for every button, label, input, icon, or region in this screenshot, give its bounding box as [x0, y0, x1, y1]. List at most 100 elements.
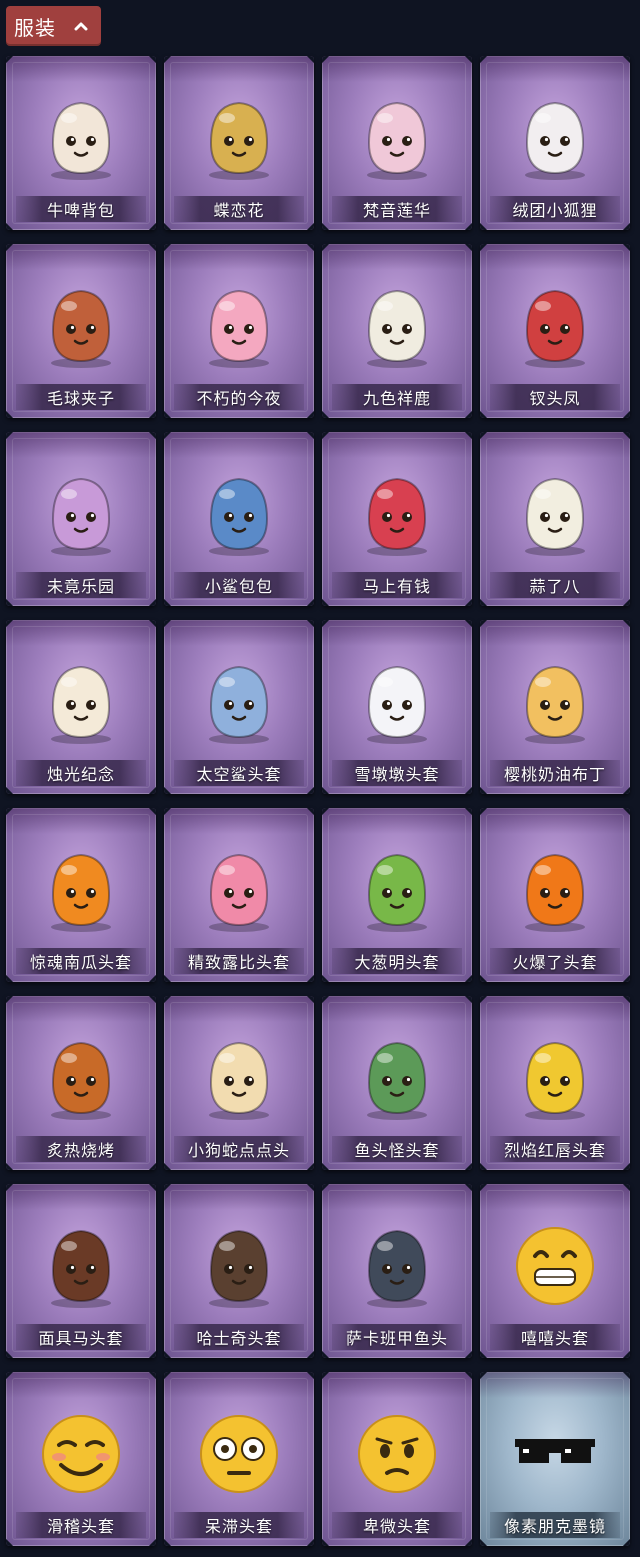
card-corner-notch: [6, 1538, 14, 1546]
costume-name: 不朽的今夜: [196, 389, 282, 408]
snowman-helmet-icon: [347, 642, 447, 752]
costume-card[interactable]: 太空鲨头套: [164, 620, 314, 794]
costume-card[interactable]: 不朽的今夜: [164, 244, 314, 418]
costume-name: 马上有钱: [362, 577, 431, 596]
costume-name-bar: 梵音莲华: [332, 196, 462, 222]
costume-name: 呆滞头套: [204, 1517, 273, 1536]
costume-name: 像素朋克墨镜: [503, 1517, 606, 1536]
costume-name-bar: 九色祥鹿: [332, 384, 462, 410]
costume-card[interactable]: 滑稽头套: [6, 1372, 156, 1546]
card-corner-notch: [6, 222, 14, 230]
card-corner-notch: [622, 1350, 630, 1358]
costume-name-bar: 炙热烧烤: [16, 1136, 146, 1162]
funny-emoji-icon: [31, 1394, 131, 1504]
card-corner-notch: [480, 1350, 488, 1358]
card-corner-notch: [322, 808, 330, 816]
card-corner-notch: [622, 1162, 630, 1170]
costume-card[interactable]: 哈士奇头套: [164, 1184, 314, 1358]
costume-card[interactable]: 呆滞头套: [164, 1372, 314, 1546]
costume-card[interactable]: 面具马头套: [6, 1184, 156, 1358]
butterfly-bell-icon: [189, 78, 289, 188]
costume-card[interactable]: 牛啤背包: [6, 56, 156, 230]
section-title: 服装: [14, 15, 56, 40]
card-corner-notch: [306, 1184, 314, 1192]
card-corner-notch: [306, 620, 314, 628]
card-corner-notch: [622, 1372, 630, 1380]
costume-card[interactable]: 火爆了头套: [480, 808, 630, 982]
costume-name-bar: 哈士奇头套: [174, 1324, 304, 1350]
card-corner-notch: [480, 56, 488, 64]
card-corner-notch: [464, 222, 472, 230]
costume-card[interactable]: 小鲨包包: [164, 432, 314, 606]
card-corner-notch: [480, 620, 488, 628]
card-corner-notch: [148, 1372, 156, 1380]
costume-card[interactable]: 小狗蛇点点头: [164, 996, 314, 1170]
raccoon-drummer-icon: [31, 266, 131, 376]
card-corner-notch: [480, 1372, 488, 1380]
costume-card[interactable]: 大葱明头套: [322, 808, 472, 982]
card-corner-notch: [148, 1538, 156, 1546]
yellow-mask-sunglasses-icon: [505, 1018, 605, 1128]
costume-name: 哈士奇头套: [196, 1329, 282, 1348]
card-corner-notch: [306, 222, 314, 230]
card-corner-notch: [6, 620, 14, 628]
costume-card[interactable]: 精致露比头套: [164, 808, 314, 982]
costume-card[interactable]: 未竟乐园: [6, 432, 156, 606]
card-corner-notch: [464, 56, 472, 64]
card-corner-notch: [322, 1350, 330, 1358]
green-onion-icon: [347, 830, 447, 940]
card-corner-notch: [622, 1538, 630, 1546]
husky-sunglasses-icon: [189, 1206, 289, 1316]
costume-name: 钗头凤: [529, 389, 581, 408]
card-corner-notch: [164, 1538, 172, 1546]
pumpkin-icon: [31, 830, 131, 940]
costume-card[interactable]: 鱼头怪头套: [322, 996, 472, 1170]
costume-card[interactable]: 嘻嘻头套: [480, 1184, 630, 1358]
costume-card[interactable]: 烈焰红唇头套: [480, 996, 630, 1170]
pixel-sunglasses-icon: [505, 1394, 605, 1504]
costume-card[interactable]: 雪墩墩头套: [322, 620, 472, 794]
fire-face-icon: [505, 830, 605, 940]
card-corner-notch: [464, 620, 472, 628]
costume-card[interactable]: 像素朋克墨镜: [480, 1372, 630, 1546]
costume-name-bar: 火爆了头套: [490, 948, 620, 974]
chevron-up-icon[interactable]: [74, 19, 88, 33]
costume-card[interactable]: 梵音莲华: [322, 56, 472, 230]
costume-name: 烛光纪念: [46, 765, 115, 784]
card-corner-notch: [6, 598, 14, 606]
deer-icon: [347, 266, 447, 376]
card-corner-notch: [306, 56, 314, 64]
costume-card[interactable]: 马上有钱: [322, 432, 472, 606]
card-corner-notch: [480, 410, 488, 418]
card-corner-notch: [322, 1538, 330, 1546]
costume-card[interactable]: 毛球夹子: [6, 244, 156, 418]
card-corner-notch: [306, 1162, 314, 1170]
costume-name-bar: 萨卡班甲鱼头: [332, 1324, 462, 1350]
card-corner-notch: [464, 786, 472, 794]
costume-card[interactable]: 炙热烧烤: [6, 996, 156, 1170]
costume-name-bar: 嘻嘻头套: [490, 1324, 620, 1350]
costume-card[interactable]: 蒜了八: [480, 432, 630, 606]
card-corner-notch: [164, 222, 172, 230]
costume-card[interactable]: 樱桃奶油布丁: [480, 620, 630, 794]
costume-card[interactable]: 蝶恋花: [164, 56, 314, 230]
costume-card[interactable]: 绒团小狐狸: [480, 56, 630, 230]
costume-card[interactable]: 惊魂南瓜头套: [6, 808, 156, 982]
costume-name: 惊魂南瓜头套: [29, 953, 132, 972]
costume-card[interactable]: 卑微头套: [322, 1372, 472, 1546]
costume-section-header[interactable]: 服装: [6, 6, 101, 46]
costume-card[interactable]: 萨卡班甲鱼头: [322, 1184, 472, 1358]
costume-name-bar: 马上有钱: [332, 572, 462, 598]
costume-card[interactable]: 钗头凤: [480, 244, 630, 418]
costume-card[interactable]: 九色祥鹿: [322, 244, 472, 418]
card-corner-notch: [164, 808, 172, 816]
costume-name: 绒团小狐狸: [512, 201, 598, 220]
card-corner-notch: [148, 974, 156, 982]
card-corner-notch: [622, 222, 630, 230]
card-corner-notch: [6, 974, 14, 982]
card-corner-notch: [322, 1372, 330, 1380]
costume-name: 小狗蛇点点头: [187, 1141, 290, 1160]
card-corner-notch: [480, 996, 488, 1004]
costume-card[interactable]: 烛光纪念: [6, 620, 156, 794]
card-corner-notch: [6, 1184, 14, 1192]
